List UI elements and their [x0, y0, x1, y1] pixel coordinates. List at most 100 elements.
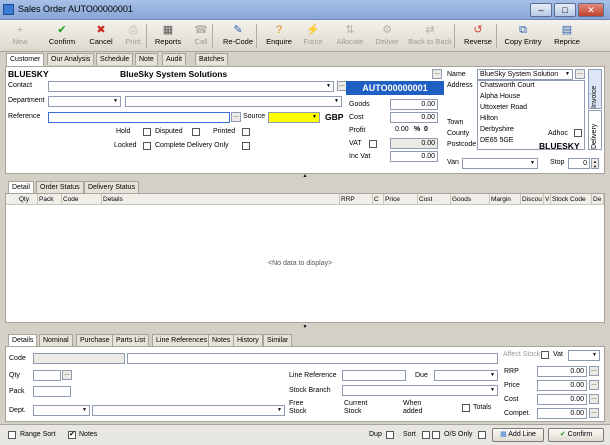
copy-entry-button[interactable]: ⧉ Copy Entry: [500, 21, 546, 51]
reverse-button[interactable]: ↺ Reverse: [460, 21, 496, 51]
tab-audit[interactable]: Audit: [162, 53, 186, 65]
vat-code-field[interactable]: ▼: [568, 350, 600, 361]
close-button[interactable]: ✕: [578, 3, 604, 17]
stop-spinner[interactable]: ▲ ▼: [591, 158, 599, 169]
bottom-tab-notes[interactable]: Notes: [208, 334, 235, 346]
column-header[interactable]: C: [373, 194, 384, 205]
detail-tab-delivery-status[interactable]: Delivery Status: [84, 181, 140, 193]
add-line-button[interactable]: ▦ Add Line: [492, 428, 544, 442]
sort-checkbox[interactable]: [422, 431, 430, 439]
new-button[interactable]: + New: [2, 21, 38, 51]
totals-checkbox[interactable]: [462, 404, 470, 412]
bottom-tab-nominal[interactable]: Nominal: [39, 334, 73, 346]
price-lookup-button[interactable]: …: [589, 380, 599, 390]
rrp-lookup-button[interactable]: …: [589, 366, 599, 376]
source-field[interactable]: ▼: [268, 112, 320, 123]
compet-field[interactable]: 0.00: [537, 408, 587, 419]
back-to-back-button[interactable]: ⇄ Back to Back: [406, 21, 454, 51]
line-reference-field[interactable]: [342, 370, 406, 381]
department-detail-field[interactable]: ▼: [125, 96, 342, 107]
qty-lookup-button[interactable]: …: [62, 370, 72, 380]
enquire-button[interactable]: ? Enquire: [262, 21, 296, 51]
affect-stock-checkbox[interactable]: [541, 351, 549, 359]
allocate-button[interactable]: ⇅ Allocate: [332, 21, 368, 51]
column-header[interactable]: Cost: [418, 194, 451, 205]
os-only-checkbox[interactable]: [432, 431, 440, 439]
call-button[interactable]: ☎ Call: [188, 21, 214, 51]
code-field[interactable]: [33, 353, 125, 364]
force-button[interactable]: ⚡ Force: [300, 21, 326, 51]
due-field[interactable]: ▼: [434, 370, 498, 381]
column-header[interactable]: Price: [384, 194, 418, 205]
contact-field[interactable]: ▼: [48, 81, 334, 92]
side-tab-invoice[interactable]: Invoice: [588, 69, 602, 109]
cancel-button[interactable]: ✖ Cancel: [86, 21, 116, 51]
bottom-tab-history[interactable]: History: [233, 334, 263, 346]
dup-checkbox[interactable]: [386, 431, 394, 439]
department-field[interactable]: ▼: [48, 96, 121, 107]
side-tab-delivery[interactable]: Delivery: [588, 110, 602, 150]
tab-note[interactable]: Note: [135, 53, 158, 65]
splitter-handle[interactable]: ▲: [300, 174, 310, 179]
bottom-tab-line-references[interactable]: Line References: [152, 334, 211, 346]
detail-tab-order-status[interactable]: Order Status: [36, 181, 84, 193]
stop-field[interactable]: 0: [568, 158, 590, 169]
print-button[interactable]: ⎙ Print: [118, 21, 148, 51]
vat-checkbox[interactable]: [369, 140, 377, 148]
column-header[interactable]: Code: [62, 194, 102, 205]
column-header[interactable]: RRP: [340, 194, 373, 205]
dept-field[interactable]: ▼: [33, 405, 90, 416]
column-header[interactable]: Margin: [490, 194, 521, 205]
tab-customer[interactable]: Customer: [6, 53, 45, 66]
rrp-field[interactable]: 0.00: [537, 366, 587, 377]
column-header[interactable]: Qty: [18, 194, 38, 205]
account-lookup-button[interactable]: …: [432, 69, 442, 79]
re-code-button[interactable]: ✎ Re-Code: [218, 21, 258, 51]
column-header[interactable]: V: [544, 194, 551, 205]
column-header[interactable]: De: [592, 194, 604, 205]
column-header[interactable]: Pack: [38, 194, 62, 205]
cost-lookup-button[interactable]: …: [589, 394, 599, 404]
reference-field[interactable]: [48, 112, 230, 123]
minimize-button[interactable]: –: [530, 3, 552, 17]
bottom-tab-similar[interactable]: Similar: [263, 334, 293, 346]
tab-batches[interactable]: Batches: [195, 53, 229, 65]
deliver-button[interactable]: ⚙ Deliver: [372, 21, 402, 51]
complete-delivery-checkbox[interactable]: [242, 142, 250, 150]
qty-field[interactable]: [33, 370, 61, 381]
code-description-field[interactable]: [127, 353, 498, 364]
price-field[interactable]: 0.00: [537, 380, 587, 391]
disputed-checkbox[interactable]: [192, 128, 200, 136]
bottom-tab-parts-list[interactable]: Parts List: [112, 334, 150, 346]
confirm-button[interactable]: ✔ Confirm: [42, 21, 82, 51]
van-field[interactable]: ▼: [462, 158, 538, 169]
printed-checkbox[interactable]: [242, 128, 250, 136]
os-only-checkbox-2[interactable]: [478, 431, 486, 439]
reprice-button[interactable]: ▤ Reprice: [550, 21, 584, 51]
reports-button[interactable]: ▦ Reports: [152, 21, 184, 51]
dept-detail-field[interactable]: ▼: [92, 405, 285, 416]
name-lookup-button[interactable]: …: [575, 69, 585, 79]
stock-branch-field[interactable]: ▼: [342, 385, 498, 396]
tab-our-analysis[interactable]: Our Analysis: [47, 53, 95, 65]
name-field[interactable]: BlueSky System Solution ▼: [477, 69, 573, 80]
compet-lookup-button[interactable]: …: [589, 408, 599, 418]
address-field[interactable]: Chatsworth Court Alpha House Uttoxeter Roa…: [477, 80, 585, 150]
confirm-button[interactable]: ✔ Confirm: [548, 428, 604, 442]
pack-field[interactable]: [33, 386, 71, 397]
column-header[interactable]: Discou: [521, 194, 544, 205]
column-header[interactable]: Stock Code: [551, 194, 592, 205]
bottom-tab-purchase[interactable]: Purchase: [76, 334, 114, 346]
splitter-handle-lower[interactable]: ▼: [300, 325, 310, 330]
adhoc-checkbox[interactable]: [574, 129, 582, 137]
locked-checkbox[interactable]: [143, 142, 151, 150]
notes-checkbox[interactable]: ✔: [68, 431, 76, 439]
hold-checkbox[interactable]: [143, 128, 151, 136]
reference-lookup-button[interactable]: …: [231, 112, 241, 122]
range-sort-checkbox[interactable]: [8, 431, 16, 439]
column-header[interactable]: Details: [102, 194, 340, 205]
column-header[interactable]: Goods: [451, 194, 490, 205]
line-cost-field[interactable]: 0.00: [537, 394, 587, 405]
tab-schedule[interactable]: Schedule: [96, 53, 134, 65]
maximize-button[interactable]: □: [554, 3, 576, 17]
